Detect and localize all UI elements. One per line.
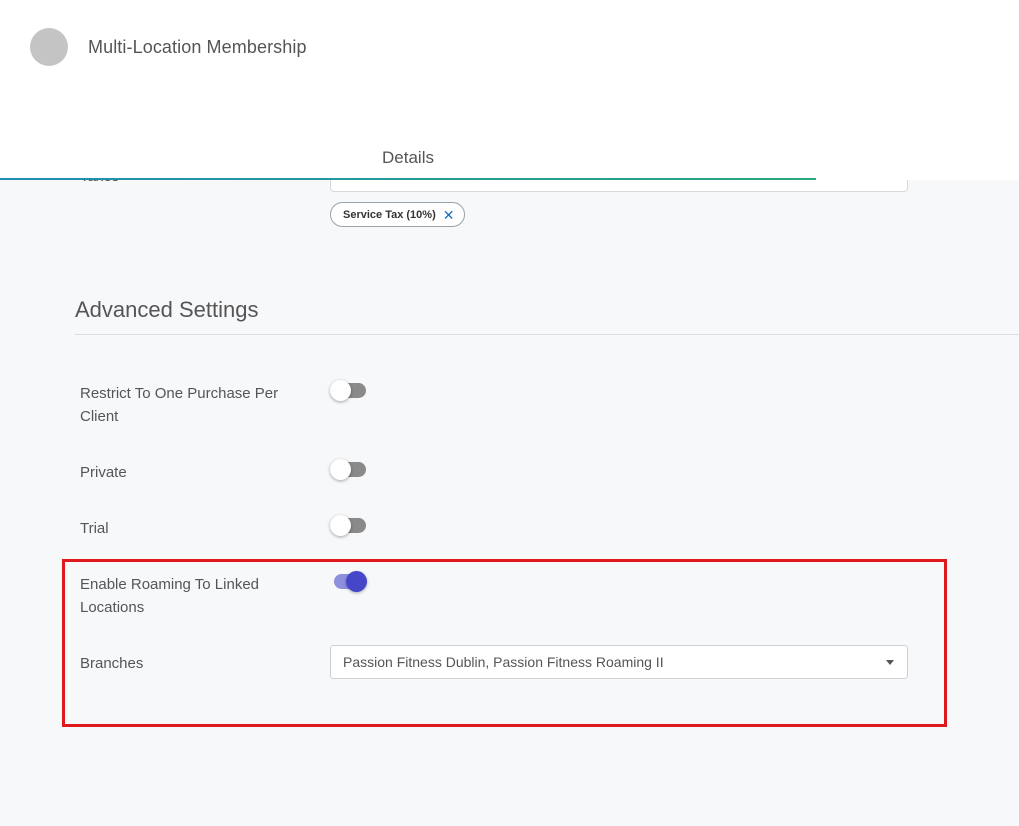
restrict-purchase-label: Restrict To One Purchase Per Client [80,385,279,425]
trial-toggle[interactable] [330,514,368,538]
section-heading-advanced-settings: Advanced Settings [75,297,259,322]
restrict-purchase-toggle[interactable] [330,379,368,403]
tax-chip-label: Service Tax (10%) [343,208,436,221]
private-toggle[interactable] [330,458,368,482]
avatar [30,28,68,66]
section-divider [75,334,1019,335]
private-label: Private [80,464,127,481]
highlight-box [62,559,947,727]
page-title: Multi-Location Membership [88,37,307,57]
page-header: Multi-Location Membership Details [0,0,1019,180]
close-icon[interactable]: ✕ [443,208,455,222]
tab-details[interactable]: Details [0,140,816,180]
tax-chip: Service Tax (10%) ✕ [330,202,466,227]
tab-active-indicator [0,178,816,180]
trial-label: Trial [80,520,109,537]
